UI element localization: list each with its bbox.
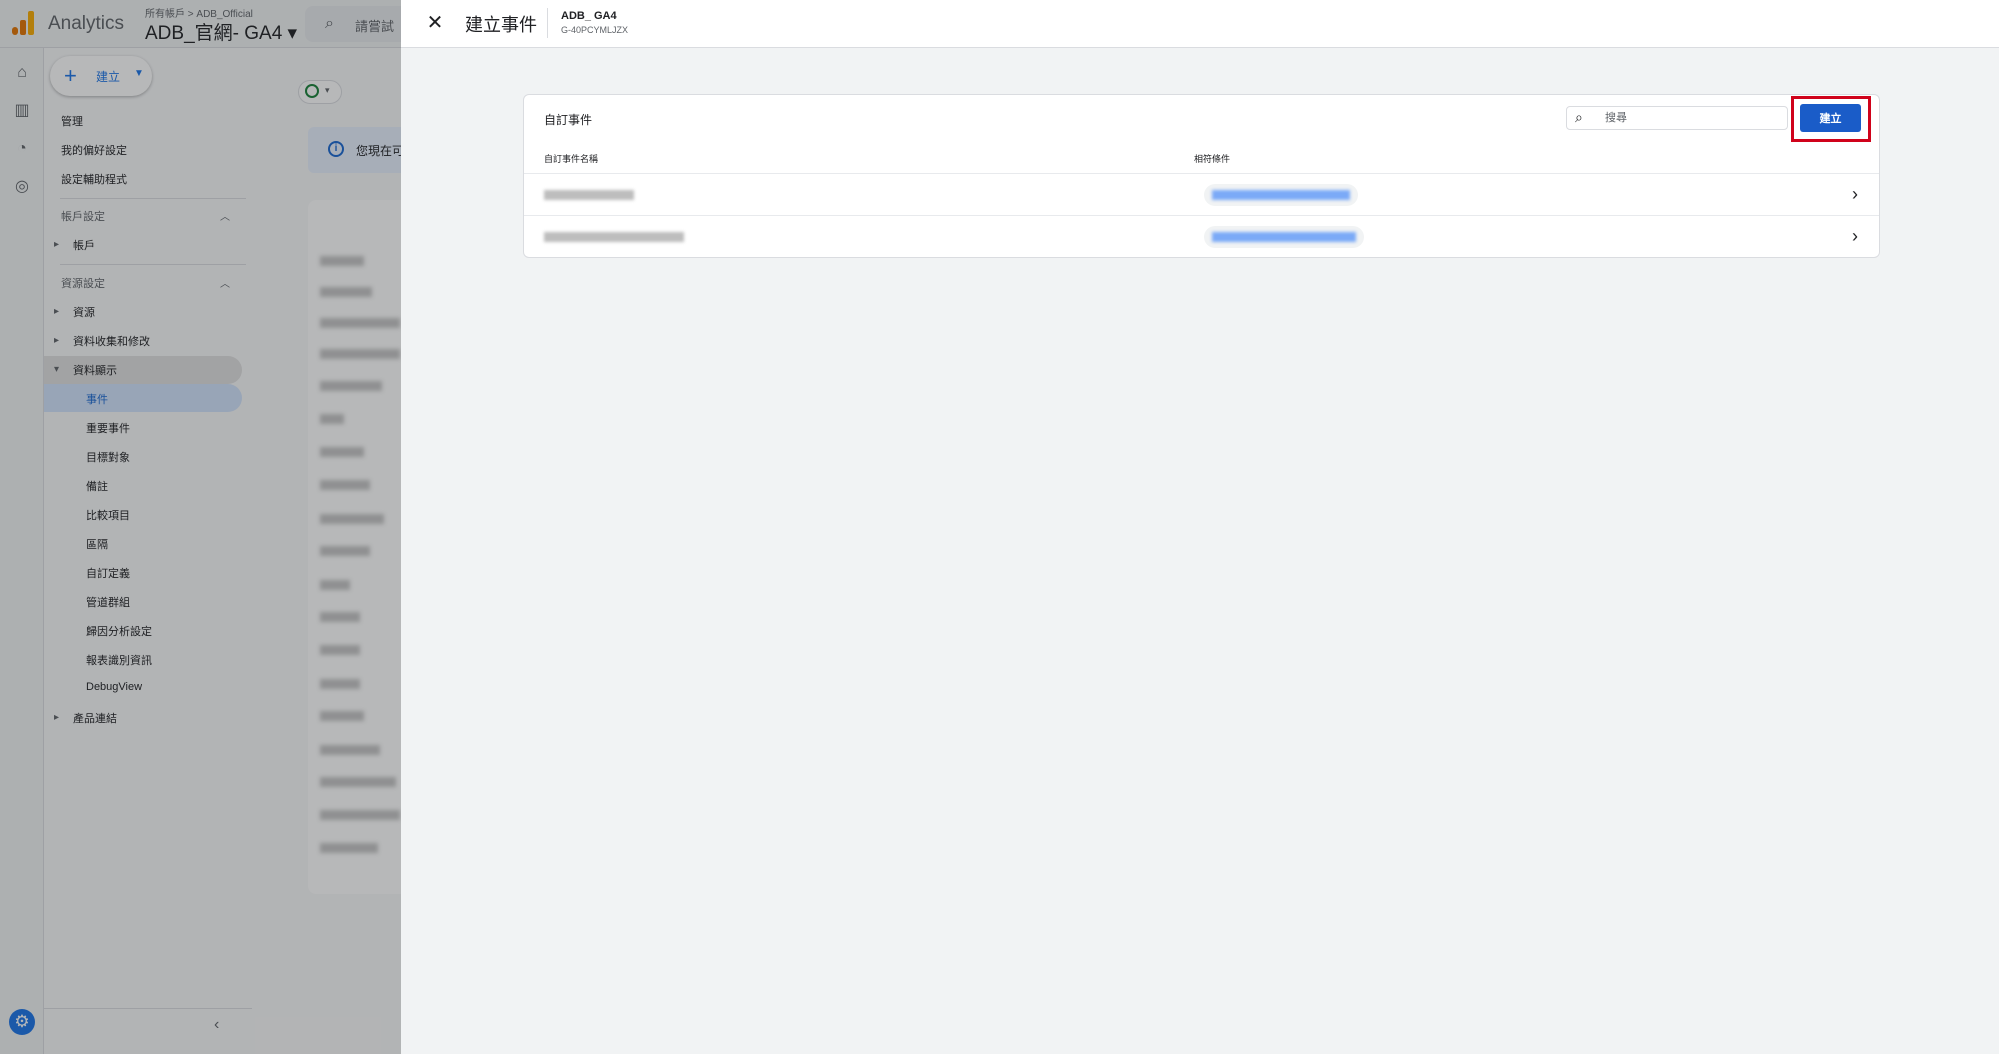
close-icon[interactable]: ✕ xyxy=(423,11,447,35)
search-input[interactable] xyxy=(1605,110,1775,126)
modal-scrim[interactable] xyxy=(0,0,401,1054)
search-icon: ⌕ xyxy=(1575,109,1583,125)
custom-events-card: 自訂事件 ⌕ 建立 自訂事件名稱 相符條件 › › xyxy=(523,94,1880,258)
panel-property-id: G-40PCYMLJZX xyxy=(561,25,629,35)
panel-header: ✕ 建立事件 ADB_ GA4 G-40PCYMLJZX xyxy=(401,0,1999,48)
condition-chip xyxy=(1204,184,1358,206)
table-row[interactable]: › xyxy=(524,215,1879,257)
panel-title: 建立事件 xyxy=(465,15,537,35)
chevron-right-icon[interactable]: › xyxy=(1852,226,1858,247)
event-name-redacted xyxy=(544,232,684,242)
divider xyxy=(547,8,548,38)
create-event-panel: ✕ 建立事件 ADB_ GA4 G-40PCYMLJZX 自訂事件 ⌕ 建立 自… xyxy=(401,0,1999,1054)
panel-property-name: ADB_ GA4 xyxy=(561,10,617,22)
column-header-condition[interactable]: 相符條件 xyxy=(1194,152,1230,165)
column-header-name[interactable]: 自訂事件名稱 xyxy=(544,152,598,165)
highlight-box xyxy=(1791,96,1871,142)
condition-chip xyxy=(1204,226,1364,248)
custom-events-search[interactable]: ⌕ xyxy=(1566,106,1788,130)
event-name-redacted xyxy=(544,190,634,200)
chevron-right-icon[interactable]: › xyxy=(1852,184,1858,205)
table-row[interactable]: › xyxy=(524,173,1879,215)
card-title: 自訂事件 xyxy=(544,113,593,127)
